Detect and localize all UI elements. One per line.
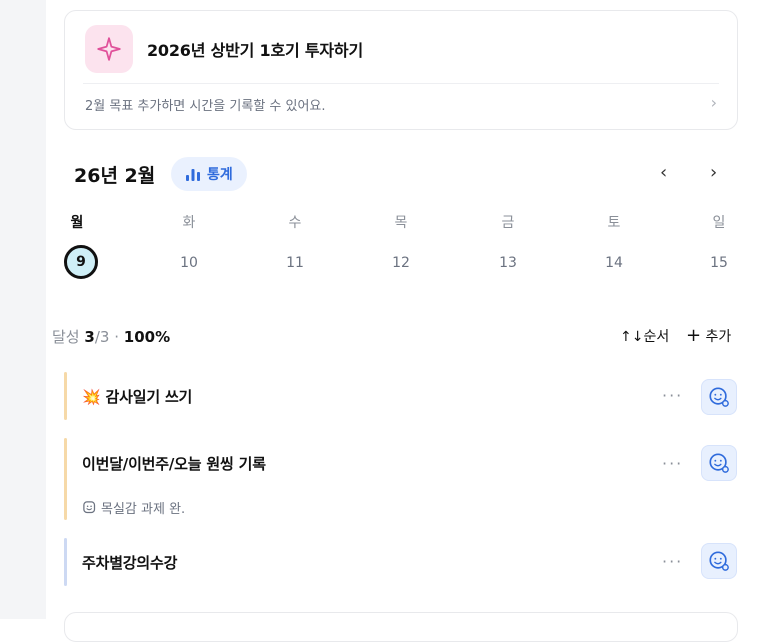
- smiley-add-icon[interactable]: [701, 445, 737, 481]
- date-cell[interactable]: 11: [280, 255, 310, 271]
- bar-chart-icon: [186, 169, 200, 181]
- task-title: 이번달/이번주/오늘 원씽 기록: [82, 455, 266, 473]
- left-rail: [0, 0, 46, 619]
- date-cell[interactable]: 15: [704, 255, 734, 271]
- task-emoji: 💥: [82, 388, 101, 406]
- more-icon[interactable]: ···: [662, 552, 683, 571]
- sort-label: 순서: [643, 329, 670, 345]
- date-cell[interactable]: 10: [174, 255, 204, 271]
- main-panel: 2026년 상반기 1호기 투자하기 2월 목표 추가하면 시간을 기록할 수 …: [46, 0, 758, 642]
- summary-total: /3: [94, 328, 110, 346]
- weekday-thu: 목: [394, 215, 408, 231]
- date-cell[interactable]: 13: [493, 255, 523, 271]
- summary-label: 달성: [52, 328, 80, 346]
- goal-card[interactable]: 2026년 상반기 1호기 투자하기 2월 목표 추가하면 시간을 기록할 수 …: [64, 10, 738, 130]
- task-note: 목실감 과제 완.: [82, 498, 185, 517]
- note-smiley-icon: [83, 501, 96, 514]
- summary-percent: 100%: [123, 328, 171, 346]
- month-label: 26년 2월: [74, 165, 156, 187]
- weekday-mon: 월: [70, 215, 84, 231]
- stats-button[interactable]: 통계: [171, 157, 247, 191]
- task-row[interactable]: 주차별강의수강 ···: [64, 538, 738, 586]
- task-color-bar: [64, 372, 67, 420]
- sort-icon: ↑↓: [620, 329, 644, 345]
- bottom-card: [64, 612, 738, 642]
- task-row[interactable]: 이번달/이번주/오늘 원씽 기록 ··· 목실감 과제 완.: [64, 438, 738, 520]
- task-color-bar: [64, 438, 67, 520]
- chevron-left-icon[interactable]: ‹: [660, 162, 667, 183]
- date-cell[interactable]: 12: [386, 255, 416, 271]
- date-cell[interactable]: 14: [599, 255, 629, 271]
- summary-done: 3: [84, 328, 95, 346]
- more-icon[interactable]: ···: [662, 386, 683, 405]
- sparkle-icon: [85, 25, 133, 73]
- weekday-sat: 토: [607, 215, 621, 231]
- plus-icon: +: [686, 325, 702, 346]
- add-label: 추가: [705, 329, 732, 345]
- smiley-add-icon[interactable]: [701, 543, 737, 579]
- weekday-wed: 수: [288, 215, 302, 231]
- add-button[interactable]: + 추가: [686, 325, 731, 346]
- task-title: 주차별강의수강: [82, 554, 178, 572]
- goal-subtitle: 2월 목표 추가하면 시간을 기록할 수 있어요.: [85, 99, 326, 114]
- weekday-sun: 일: [712, 215, 726, 231]
- weekday-tue: 화: [182, 215, 196, 231]
- smiley-add-icon[interactable]: [701, 379, 737, 415]
- goal-title: 2026년 상반기 1호기 투자하기: [147, 41, 363, 60]
- chevron-right-icon[interactable]: ›: [710, 162, 717, 183]
- date-selected[interactable]: 9: [64, 245, 98, 279]
- summary-separator: ·: [114, 328, 119, 346]
- chevron-right-icon[interactable]: ›: [711, 93, 717, 112]
- task-title: 💥 감사일기 쓰기: [82, 388, 193, 406]
- achievement-summary: 달성 3/3 · 100%: [52, 326, 170, 347]
- weekday-fri: 금: [501, 215, 515, 231]
- task-color-bar: [64, 538, 67, 586]
- more-icon[interactable]: ···: [662, 454, 683, 473]
- task-row[interactable]: 💥 감사일기 쓰기 ···: [64, 372, 738, 420]
- goal-divider: [83, 83, 719, 84]
- sort-button[interactable]: ↑↓순서: [620, 326, 669, 346]
- stats-label: 통계: [207, 167, 233, 183]
